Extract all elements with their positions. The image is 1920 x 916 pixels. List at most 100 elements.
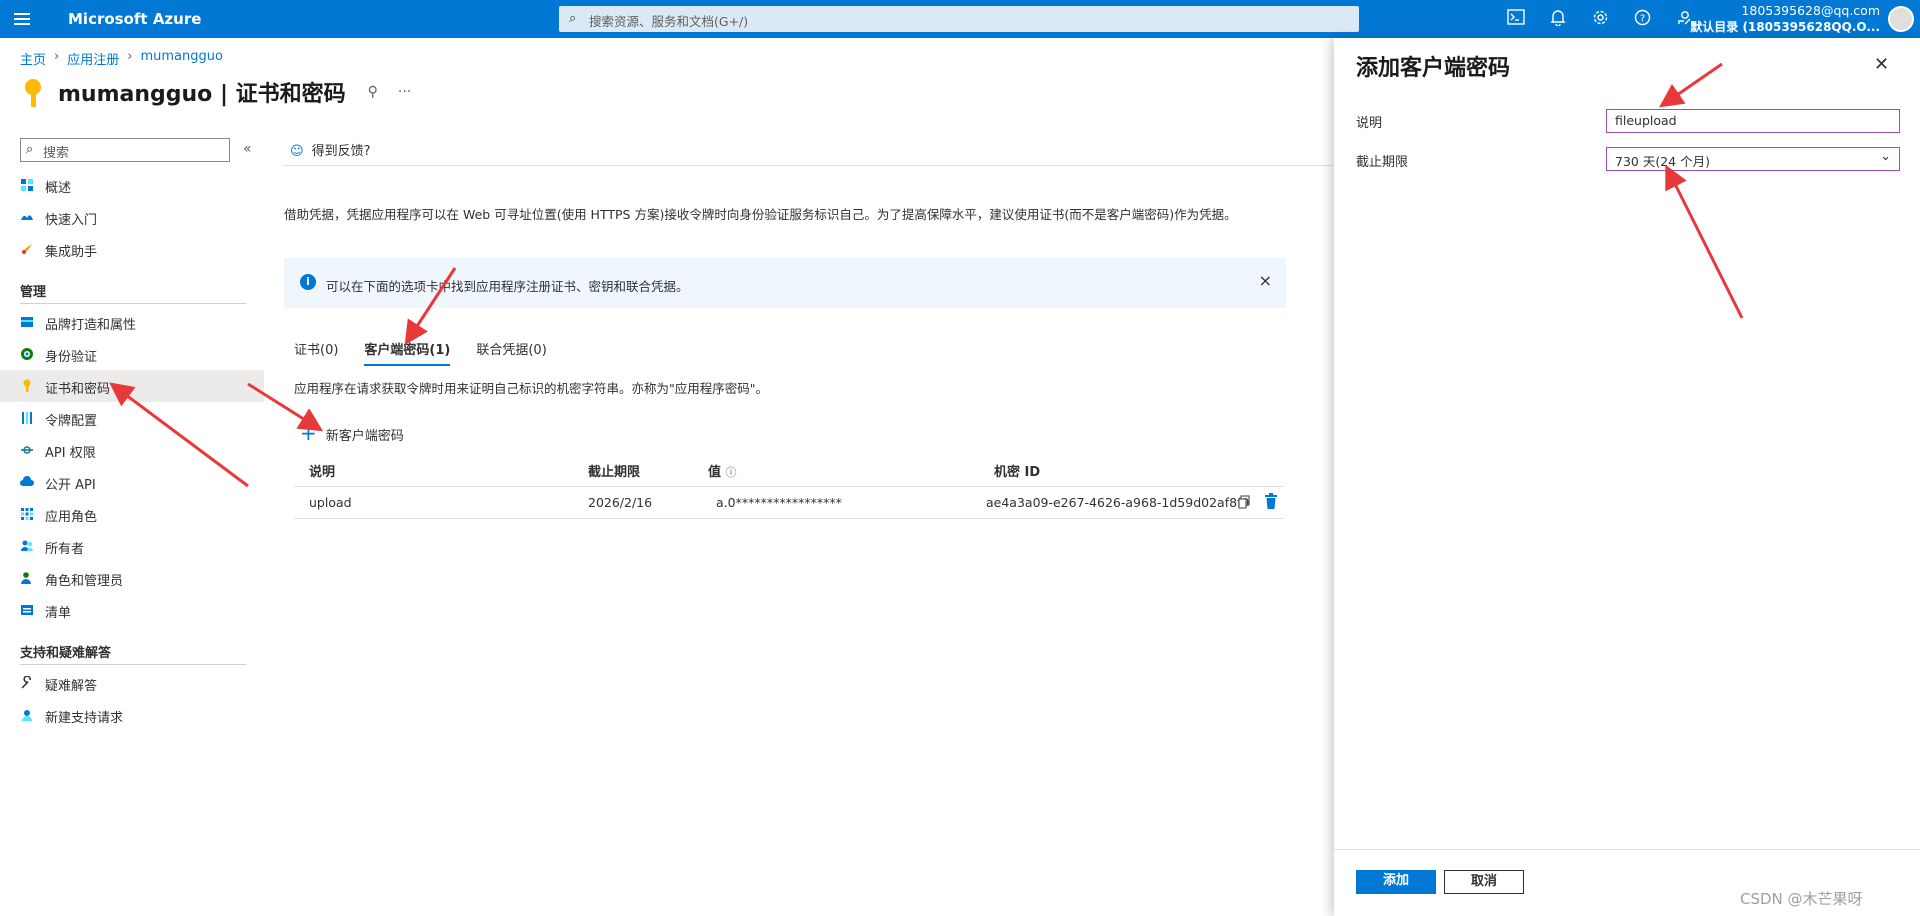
table-cell-secret-id: ae4a3a09-e267-4626-a968-1d59d02af8f9 bbox=[986, 495, 1250, 510]
cloud-icon bbox=[20, 476, 34, 486]
expires-label: 截止期限 bbox=[1356, 155, 1409, 170]
chevron-down-icon: ⌄ bbox=[1880, 149, 1891, 164]
sidebar-item-label: 应用角色 bbox=[45, 510, 98, 525]
breadcrumb-separator: › bbox=[127, 49, 133, 64]
manifest-icon bbox=[21, 605, 33, 615]
user-account[interactable]: 1805395628@qq.com 默认目录 (1805395628QQ.O..… bbox=[1690, 3, 1880, 35]
delete-icon[interactable] bbox=[1264, 493, 1278, 510]
sidebar-item-troubleshoot[interactable]: 疑难解答 bbox=[0, 667, 264, 699]
sidebar-item-new-support-request[interactable]: 新建支持请求 bbox=[0, 699, 264, 731]
user-email: 1805395628@qq.com bbox=[1741, 3, 1880, 18]
breadcrumb-app-registrations[interactable]: 应用注册 bbox=[67, 49, 119, 68]
divider bbox=[283, 165, 1333, 166]
api-permission-icon bbox=[21, 446, 33, 454]
sidebar-item-app-roles[interactable]: 应用角色 bbox=[0, 498, 264, 530]
breadcrumb-app[interactable]: mumangguo bbox=[140, 49, 222, 68]
watermark: CSDN @木芒果呀 bbox=[1740, 890, 1863, 908]
brand-title[interactable]: Microsoft Azure bbox=[68, 10, 201, 28]
close-icon[interactable]: ✕ bbox=[1874, 54, 1889, 75]
description-field[interactable]: fileupload bbox=[1606, 109, 1900, 133]
sidebar-item-label: 公开 API bbox=[45, 478, 96, 493]
divider bbox=[20, 303, 246, 304]
branding-icon bbox=[21, 317, 33, 327]
avatar[interactable] bbox=[1888, 6, 1914, 32]
table-cell-expires: 2026/2/16 bbox=[588, 495, 653, 510]
tab-federated-credentials[interactable]: 联合凭据(0) bbox=[476, 339, 546, 366]
quickstart-icon bbox=[21, 215, 33, 220]
sidebar-item-token-configuration[interactable]: 令牌配置 bbox=[0, 402, 264, 434]
close-icon[interactable]: × bbox=[1259, 271, 1272, 290]
sidebar-item-label: 证书和密码 bbox=[45, 382, 111, 397]
sidebar-item-api-permissions[interactable]: API 权限 bbox=[0, 434, 264, 466]
new-client-secret-button[interactable]: + 新客户端密码 bbox=[300, 421, 404, 445]
title-row: mumangguo | 证书和密码 ⚲ ··· bbox=[22, 76, 411, 108]
token-icon bbox=[22, 412, 32, 424]
feedback-label: 得到反馈? bbox=[311, 144, 371, 159]
sidebar-section-manage: 管理 bbox=[20, 285, 47, 300]
sidebar-item-branding[interactable]: 品牌打造和属性 bbox=[0, 306, 264, 338]
hamburger-menu-icon[interactable] bbox=[14, 10, 34, 28]
add-button[interactable]: 添加 bbox=[1356, 870, 1436, 894]
copy-icon[interactable] bbox=[1238, 495, 1250, 509]
add-client-secret-panel: 添加客户端密码 ✕ 说明 fileupload 截止期限 730 天(24 个月… bbox=[1334, 38, 1920, 916]
sidebar-item-label: 所有者 bbox=[45, 542, 85, 557]
tab-certificates[interactable]: 证书(0) bbox=[294, 339, 338, 366]
global-search-placeholder: 搜索资源、服务和文档(G+/) bbox=[589, 14, 749, 29]
auth-icon bbox=[21, 348, 33, 360]
tab-description: 应用程序在请求获取令牌时用来证明自己标识的机密字符串。亦称为"应用程序密码"。 bbox=[294, 381, 769, 396]
sidebar-item-manifest[interactable]: 清单 bbox=[0, 594, 264, 626]
table-cell-description: upload bbox=[309, 495, 352, 510]
search-icon: ⌕ bbox=[26, 142, 34, 157]
sidebar-item-authentication[interactable]: 身份验证 bbox=[0, 338, 264, 370]
sidebar-item-overview[interactable]: 概述 bbox=[0, 169, 264, 201]
help-icon[interactable]: ? bbox=[1631, 9, 1653, 29]
sidebar-item-certificates-secrets[interactable]: 证书和密码 bbox=[0, 370, 264, 402]
key-icon bbox=[22, 77, 44, 107]
feedback-link[interactable]: ☺ 得到反馈? bbox=[290, 140, 370, 159]
pin-icon[interactable]: ⚲ bbox=[368, 84, 378, 100]
sidebar-search-input[interactable]: ⌕ 搜索 bbox=[20, 138, 230, 162]
global-search-input[interactable]: ⌕ 搜索资源、服务和文档(G+/) bbox=[559, 6, 1359, 32]
owners-icon bbox=[21, 540, 33, 551]
sidebar-item-owners[interactable]: 所有者 bbox=[0, 530, 264, 562]
bell-icon[interactable] bbox=[1547, 9, 1569, 29]
overview-icon bbox=[21, 179, 33, 191]
key-icon bbox=[23, 379, 31, 392]
sidebar-item-integration-assistant[interactable]: 集成助手 bbox=[0, 233, 264, 265]
info-text: 可以在下面的选项卡中找到应用程序注册证书、密钥和联合凭据。 bbox=[326, 279, 689, 294]
divider bbox=[20, 664, 246, 665]
sidebar-item-label: 快速入门 bbox=[45, 213, 98, 228]
sidebar-item-label: 新建支持请求 bbox=[45, 711, 124, 726]
divider bbox=[1334, 849, 1920, 850]
more-icon[interactable]: ··· bbox=[398, 84, 411, 100]
feedback-icon: ☺ bbox=[290, 144, 304, 159]
cloud-shell-icon[interactable] bbox=[1505, 9, 1527, 29]
breadcrumb-separator: › bbox=[54, 49, 60, 64]
breadcrumb-home[interactable]: 主页 bbox=[20, 49, 46, 68]
sidebar-item-quickstart[interactable]: 快速入门 bbox=[0, 201, 264, 233]
sidebar-item-label: 集成助手 bbox=[45, 245, 98, 260]
collapse-sidebar-icon[interactable]: « bbox=[243, 141, 252, 157]
tab-client-secrets[interactable]: 客户端密码(1) bbox=[364, 339, 451, 366]
gear-icon[interactable] bbox=[1589, 9, 1611, 29]
column-header-value-label: 值 bbox=[708, 465, 722, 480]
sidebar-item-label: 身份验证 bbox=[45, 350, 98, 365]
rocket-icon bbox=[22, 244, 32, 254]
sidebar-item-label: 品牌打造和属性 bbox=[45, 318, 137, 333]
tab-bar: 证书(0) 客户端密码(1) 联合凭据(0) bbox=[294, 339, 547, 366]
cancel-button[interactable]: 取消 bbox=[1444, 870, 1524, 894]
info-icon[interactable]: ⓘ bbox=[726, 466, 737, 479]
search-icon: ⌕ bbox=[569, 11, 577, 26]
panel-title: 添加客户端密码 bbox=[1356, 56, 1511, 81]
info-icon: i bbox=[300, 274, 316, 290]
column-header-description: 说明 bbox=[309, 465, 336, 480]
expires-select[interactable]: 730 天(24 个月) ⌄ bbox=[1606, 147, 1900, 171]
page-title: mumangguo | 证书和密码 bbox=[58, 82, 346, 107]
sidebar-item-expose-api[interactable]: 公开 API bbox=[0, 466, 264, 498]
sidebar-item-label: 令牌配置 bbox=[45, 414, 98, 429]
description-label: 说明 bbox=[1356, 116, 1383, 131]
page-description: 借助凭据，凭据应用程序可以在 Web 可寻址位置(使用 HTTPS 方案)接收令… bbox=[284, 207, 1237, 222]
app-roles-icon bbox=[21, 508, 33, 520]
top-icons: ? bbox=[1505, 9, 1695, 29]
sidebar-item-roles-admins[interactable]: 角色和管理员 bbox=[0, 562, 264, 594]
